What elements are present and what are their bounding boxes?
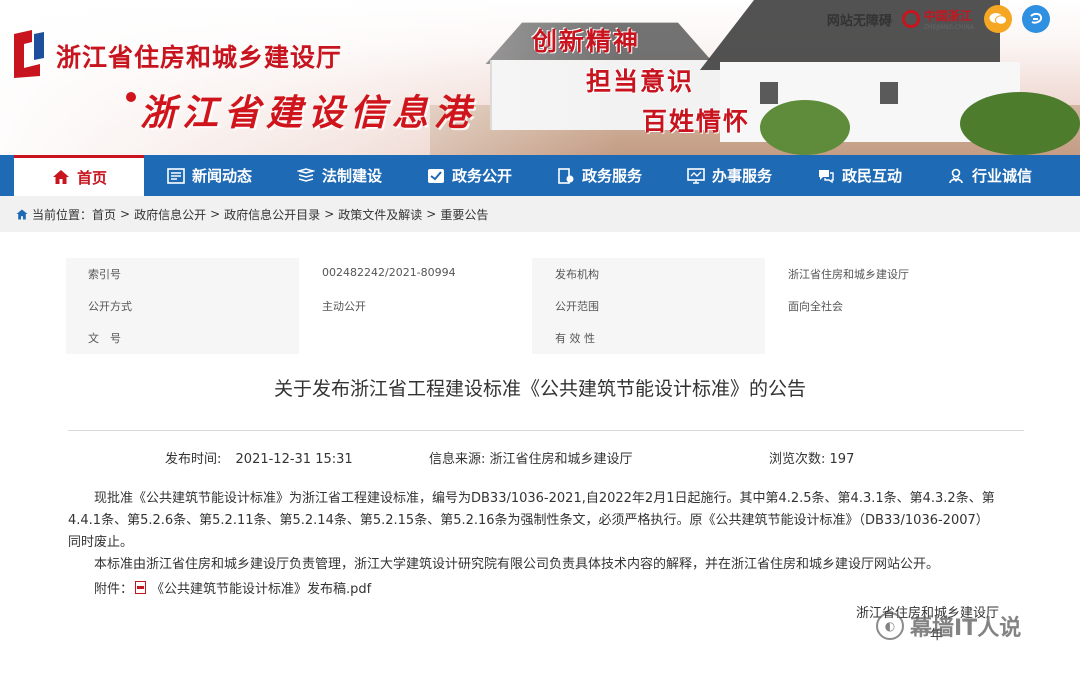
title-divider	[68, 430, 1024, 431]
banner-tree	[960, 92, 1080, 155]
accessibility-link[interactable]: 网站无障碍	[827, 10, 892, 29]
nav-gov-open[interactable]: 政务公开	[404, 155, 534, 196]
breadcrumb-separator: >	[120, 207, 131, 221]
main-nav: 首页 新闻动态 法制建设 政务公开 政务服务 办事服务 政民互动 行业诚信	[0, 155, 1080, 196]
banner-window	[760, 82, 778, 104]
meta-validity-label: 有 效 性	[555, 332, 595, 345]
china-zhejiang-label: 中国浙江	[923, 9, 972, 23]
source-info: 信息来源: 浙江省住房和城乡建设厅	[429, 448, 633, 467]
banner-tree	[760, 100, 850, 155]
breadcrumb-prefix: 当前位置：	[32, 207, 93, 222]
site-title[interactable]: 浙江省住房和城乡建设厅	[56, 38, 342, 74]
slogan-3: 百姓情怀	[642, 107, 751, 136]
source-label: 信息来源:	[429, 452, 486, 467]
nav-interaction-label: 政民互动	[841, 167, 902, 185]
views-value: 197	[829, 452, 855, 467]
interaction-icon	[816, 166, 836, 186]
breadcrumb: 当前位置： 首页 > 政府信息公开 > 政府信息公开目录 > 政策文件及解读 >…	[0, 196, 1080, 232]
article-paragraph-1: 现批准《公共建筑节能设计标准》为浙江省工程建设标准，编号为DB33/1036-2…	[68, 491, 995, 550]
nav-service-label: 政务服务	[581, 167, 642, 185]
nav-home[interactable]: 首页	[14, 155, 144, 196]
breadcrumb-item-notice[interactable]: 重要公告	[440, 206, 488, 223]
nav-home-label: 首页	[76, 168, 107, 187]
publish-time-label: 发布时间:	[165, 452, 222, 467]
breadcrumb-item-gov-info[interactable]: 政府信息公开	[134, 206, 206, 223]
publish-time: 发布时间: 2021-12-31 15:31	[165, 448, 353, 467]
service-icon	[556, 166, 576, 186]
attachment-label: 附件：	[94, 582, 134, 597]
meta-index-label: 索引号	[88, 268, 121, 281]
law-icon	[296, 166, 316, 186]
nav-interaction[interactable]: 政民互动	[794, 155, 924, 196]
meta-open-scope-value: 面向全社会	[788, 300, 843, 313]
attachment-link[interactable]: 《公共建筑节能设计标准》发布稿.pdf	[151, 578, 371, 597]
site-subtitle: 浙江省建设信息港	[140, 92, 477, 134]
top-links: 网站无障碍 中国浙江 ZHEJIANG.CHINA	[827, 4, 1050, 34]
meta-publisher-value: 浙江省住房和城乡建设厅	[788, 268, 909, 281]
meta-open-scope-label: 公开范围	[555, 300, 599, 313]
subtitle-dot	[126, 92, 136, 102]
meta-index-value: 002482242/2021-80994	[322, 266, 456, 279]
meta-table: 索引号 002482242/2021-80994 发布机构 浙江省住房和城乡建设…	[66, 258, 998, 354]
meta-publisher-label: 发布机构	[555, 268, 599, 281]
nav-affairs-label: 办事服务	[711, 167, 772, 185]
publish-time-value: 2021-12-31 15:31	[235, 452, 353, 467]
wechat-watermark-icon: ◐	[876, 612, 904, 640]
weibo-icon[interactable]	[1022, 5, 1050, 33]
article-paragraph-2: 本标准由浙江省住房和城乡建设厅负责管理，浙江大学建筑设计研究院有限公司负责具体技…	[94, 557, 940, 572]
slogan-1: 创新精神	[532, 27, 641, 56]
views-label: 浏览次数:	[769, 452, 826, 467]
nav-news-label: 新闻动态	[191, 167, 252, 185]
meta-doc-no-label: 文 号	[88, 332, 121, 345]
home-icon	[51, 167, 71, 187]
integrity-icon	[946, 166, 966, 186]
wechat-icon[interactable]	[984, 5, 1012, 33]
banner-window	[880, 82, 898, 104]
source-value: 浙江省住房和城乡建设厅	[489, 452, 633, 467]
china-zhejiang-link[interactable]: 中国浙江 ZHEJIANG.CHINA	[901, 7, 974, 31]
header-banner: 浙江省住房和城乡建设厅 浙江省建设信息港 创新精神 担当意识 百姓情怀 网站无障…	[0, 0, 1080, 155]
nav-law-label: 法制建设	[321, 167, 382, 185]
zjjst-logo-icon[interactable]	[10, 28, 48, 80]
article-title: 关于发布浙江省工程建设标准《公共建筑节能设计标准》的公告	[273, 378, 806, 400]
breadcrumb-item-home[interactable]: 首页	[92, 206, 116, 223]
china-zhejiang-icon	[901, 10, 920, 28]
article-body: 现批准《公共建筑节能设计标准》为浙江省工程建设标准，编号为DB33/1036-2…	[68, 488, 998, 576]
nav-affairs[interactable]: 办事服务	[664, 155, 794, 196]
nav-law[interactable]: 法制建设	[274, 155, 404, 196]
pdf-icon	[135, 581, 147, 594]
nav-integrity[interactable]: 行业诚信	[924, 155, 1054, 196]
nav-news[interactable]: 新闻动态	[144, 155, 274, 196]
news-icon	[166, 166, 186, 186]
meta-open-method-label: 公开方式	[88, 300, 132, 313]
location-home-icon	[16, 209, 28, 220]
breadcrumb-item-policy[interactable]: 政策文件及解读	[338, 206, 422, 223]
nav-service[interactable]: 政务服务	[534, 155, 664, 196]
breadcrumb-separator: >	[210, 207, 221, 221]
nav-gov-open-label: 政务公开	[451, 167, 512, 185]
breadcrumb-separator: >	[324, 207, 335, 221]
affairs-icon	[686, 166, 706, 186]
gov-open-icon	[426, 166, 446, 186]
watermark: ◐ 幕墙IT人说	[876, 610, 1021, 642]
attachment: 附件： 《公共建筑节能设计标准》发布稿.pdf	[94, 578, 371, 597]
breadcrumb-separator: >	[426, 207, 437, 221]
china-zhejiang-small: ZHEJIANG.CHINA	[923, 24, 974, 31]
slogan-2: 担当意识	[586, 67, 695, 96]
view-count: 浏览次数: 197	[769, 448, 854, 467]
watermark-text: 幕墙IT人说	[910, 616, 1022, 641]
nav-integrity-label: 行业诚信	[971, 167, 1032, 185]
breadcrumb-item-gov-info-catalog[interactable]: 政府信息公开目录	[224, 206, 320, 223]
meta-open-method-value: 主动公开	[322, 300, 366, 313]
